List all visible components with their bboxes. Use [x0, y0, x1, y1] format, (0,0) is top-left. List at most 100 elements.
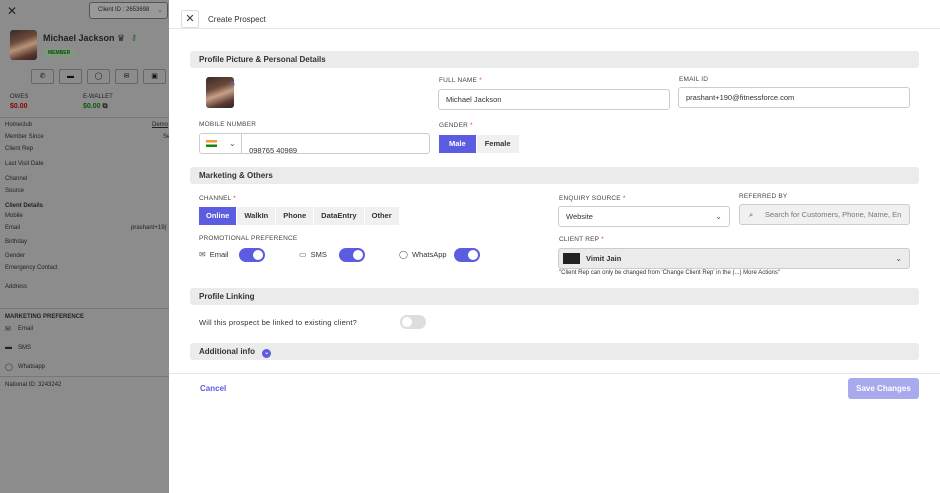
link-toggle[interactable]	[400, 315, 426, 329]
channel-toggle: Online WalkIn Phone DataEntry Other	[199, 207, 400, 225]
enquiry-label-text: ENQUIRY SOURCE	[559, 195, 621, 202]
national-id: National ID: 3243242	[5, 382, 62, 388]
full-name-label-text: FULL NAME	[439, 77, 478, 84]
detail-label: Address	[5, 284, 28, 290]
detail-label: Gender	[5, 253, 26, 259]
member-badge: MEMBER	[44, 49, 75, 57]
enquiry-source-label: ENQUIRY SOURCE *	[559, 195, 626, 202]
chat-button[interactable]: ▬	[59, 69, 82, 84]
referred-placeholder: Search for Customers, Phone, Name, En	[765, 210, 902, 219]
footer-divider	[169, 373, 940, 374]
client-rep-note: "Client Rep can only be changed from 'Ch…	[559, 270, 780, 276]
info-label: Homeclub	[5, 122, 33, 128]
enquiry-source-select[interactable]: Website ⌄	[558, 206, 730, 227]
whatsapp-icon: ◯	[94, 73, 103, 80]
gender-male-button[interactable]: Male	[439, 135, 476, 153]
client-panel: ✕ Client ID : 2653698 ⌄ Michael Jackson ♛…	[0, 0, 169, 493]
link-question: Will this prospect be linked to existing…	[199, 318, 358, 327]
close-button[interactable]: ✕	[181, 10, 199, 28]
chevron-down-icon: ⌄	[895, 254, 902, 263]
gender-toggle: Male Female	[439, 135, 520, 153]
owes-label: OWES	[10, 94, 29, 100]
create-prospect-modal: ✕ Create Prospect Profile Picture & Pers…	[169, 0, 940, 493]
channel-label-text: CHANNEL	[199, 195, 232, 202]
client-id-label: Client ID : 2653698	[98, 7, 150, 13]
owes-block: OWES $0.00	[10, 94, 28, 110]
clipboard-icon: ▣	[151, 73, 158, 80]
gender-female-button[interactable]: Female	[476, 135, 519, 153]
divider	[0, 117, 169, 118]
avatar	[10, 30, 37, 60]
client-name: Michael Jackson	[43, 33, 115, 43]
modal-header: ✕ Create Prospect	[169, 0, 940, 29]
referred-by-search[interactable]: ⌕ Search for Customers, Phone, Name, En	[739, 204, 910, 225]
email-input[interactable]: prashant+190@fitnessforce.com	[678, 87, 910, 108]
pref-label: SMS	[18, 344, 32, 351]
additional-title: Additional info	[199, 347, 255, 356]
ewallet-block: E-WALLET $0.00 ⧉	[83, 94, 113, 111]
promo-email-toggle[interactable]	[239, 248, 265, 262]
more-button[interactable]: ▣	[143, 69, 166, 84]
info-label: Channel	[5, 176, 28, 182]
chevron-down-icon: ⌄	[715, 212, 722, 221]
save-changes-button[interactable]: Save Changes	[848, 378, 919, 399]
mobile-label: MOBILE NUMBER	[199, 121, 257, 128]
modal-title: Create Prospect	[208, 15, 266, 24]
whatsapp-icon: ◯	[399, 250, 408, 259]
promo-email: ✉ Email	[199, 250, 228, 259]
section-additional[interactable]: Additional info ⌄	[190, 343, 919, 360]
detail-label: Email	[5, 225, 21, 231]
ewallet-label: E-WALLET	[83, 94, 113, 100]
whatsapp-button[interactable]: ◯	[87, 69, 110, 84]
referred-by-label: REFERRED BY	[739, 193, 788, 200]
chat-icon: ▬	[5, 344, 12, 351]
mobile-input[interactable]: ⌄ 098765 40989	[199, 133, 430, 154]
client-id-dropdown[interactable]: Client ID : 2653698 ⌄	[89, 2, 168, 19]
section-marketing: Marketing & Others	[190, 167, 919, 184]
channel-walkin-button[interactable]: WalkIn	[237, 207, 276, 225]
phone-icon: ✆	[39, 73, 46, 80]
full-name-input[interactable]: Michael Jackson	[438, 89, 670, 110]
info-label: Last Visit Date	[5, 161, 44, 167]
divider	[0, 308, 169, 309]
pref-label: Whatsapp	[18, 364, 46, 370]
pref-label: Email	[18, 326, 34, 332]
pref-email: ✉ Email	[5, 325, 33, 333]
section-profile: Profile Picture & Personal Details	[190, 51, 919, 68]
promo-whatsapp-toggle[interactable]	[454, 248, 480, 262]
promo-whatsapp-label: WhatsApp	[411, 250, 447, 259]
promo-whatsapp: ◯ WhatsApp	[399, 250, 447, 259]
detail-label: Emergency Contact	[5, 265, 58, 271]
detail-label: Mobile	[5, 213, 23, 219]
channel-phone-button[interactable]: Phone	[276, 207, 314, 225]
call-button[interactable]: ✆	[31, 69, 54, 84]
ewallet-value: $0.00	[83, 103, 101, 110]
chat-icon: ▬	[67, 73, 74, 80]
chevron-down-icon: ⌄	[229, 139, 236, 148]
info-value[interactable]: Demo	[152, 122, 168, 128]
email-label: EMAIL ID	[679, 76, 709, 83]
channel-online-button[interactable]: Online	[199, 207, 237, 225]
close-icon[interactable]: ✕	[5, 4, 19, 18]
channel-label: CHANNEL *	[199, 195, 236, 202]
marketing-pref-title: MARKETING PREFERENCE	[5, 314, 85, 320]
india-flag-icon	[206, 140, 217, 147]
email-button[interactable]: ✉	[115, 69, 138, 84]
client-rep-select[interactable]: Vimit Jain ⌄	[558, 248, 910, 269]
promo-sms-toggle[interactable]	[339, 248, 365, 262]
required-asterisk: *	[479, 77, 482, 84]
channel-dataentry-button[interactable]: DataEntry	[314, 207, 364, 225]
edit-pencil-icon[interactable]: ✎	[230, 80, 236, 88]
cancel-button[interactable]: Cancel	[200, 384, 226, 393]
detail-value: prashant+19(	[131, 225, 167, 231]
enquiry-value: Website	[566, 212, 593, 221]
promo-email-label: Email	[209, 250, 229, 259]
required-asterisk: *	[622, 195, 626, 202]
required-asterisk: *	[233, 195, 236, 202]
key-icon: ⚷	[131, 33, 137, 42]
external-link-icon[interactable]: ⧉	[102, 103, 107, 110]
gender-label: GENDER *	[439, 122, 473, 129]
client-rep-label-text: CLIENT REP	[559, 236, 600, 243]
channel-other-button[interactable]: Other	[364, 207, 399, 225]
owes-value: $0.00	[10, 103, 28, 110]
